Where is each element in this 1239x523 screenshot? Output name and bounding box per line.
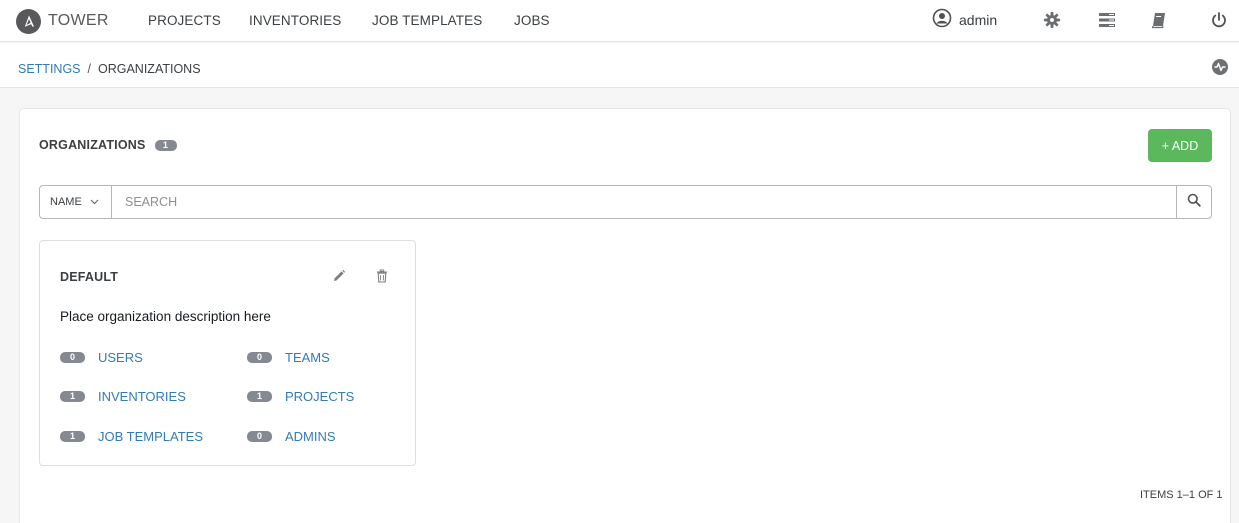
breadcrumb-bar: SETTINGS / ORGANIZATIONS [0, 43, 1239, 88]
page-title: ORGANIZATIONS [39, 138, 146, 152]
org-link-job-templates[interactable]: 1 JOB TEMPLATES [60, 429, 203, 444]
nav-link-inventories[interactable]: INVENTORIES [249, 13, 341, 28]
link-count-badge: 0 [60, 352, 85, 363]
nav-link-jobs[interactable]: JOBS [514, 13, 550, 28]
org-link-teams[interactable]: 0 TEAMS [247, 350, 330, 365]
user-circle-icon [932, 8, 952, 33]
organizations-panel: ORGANIZATIONS 1 + ADD NAME DEFAULT Place… [19, 108, 1231, 523]
brand[interactable]: TOWER [16, 6, 109, 36]
top-navbar: TOWER PROJECTS INVENTORIES JOB TEMPLATES… [0, 0, 1239, 42]
server-stack-icon[interactable] [1096, 9, 1118, 31]
link-label: JOB TEMPLATES [98, 429, 203, 444]
org-link-admins[interactable]: 0 ADMINS [247, 429, 336, 444]
org-link-users[interactable]: 0 USERS [60, 350, 143, 365]
activity-stream-icon[interactable] [1212, 59, 1228, 75]
breadcrumb-separator: / [87, 62, 91, 76]
trash-icon[interactable] [373, 267, 391, 285]
add-button[interactable]: + ADD [1148, 129, 1212, 162]
link-label: PROJECTS [285, 389, 355, 404]
count-badge: 1 [154, 139, 177, 151]
link-label: USERS [98, 350, 143, 365]
breadcrumb-settings[interactable]: SETTINGS [18, 62, 81, 76]
organization-description: Place organization description here [60, 309, 271, 324]
search-button[interactable] [1176, 186, 1211, 218]
book-icon[interactable] [1148, 9, 1170, 31]
link-count-badge: 1 [60, 431, 85, 442]
link-count-badge: 1 [60, 391, 85, 402]
nav-link-projects[interactable]: PROJECTS [148, 13, 221, 28]
pencil-icon[interactable] [330, 267, 348, 285]
link-count-badge: 0 [247, 352, 272, 363]
chevron-down-icon [90, 196, 99, 208]
link-count-badge: 0 [247, 431, 272, 442]
panel-header: ORGANIZATIONS 1 [39, 138, 177, 152]
search-field-label: NAME [50, 196, 82, 208]
user-menu[interactable]: admin [932, 8, 997, 32]
username: admin [959, 12, 998, 28]
search-icon [1187, 193, 1201, 212]
breadcrumb-current: ORGANIZATIONS [98, 62, 201, 76]
brand-name: TOWER [48, 12, 109, 29]
power-icon[interactable] [1208, 9, 1230, 31]
link-label: ADMINS [285, 429, 336, 444]
nav-link-job-templates[interactable]: JOB TEMPLATES [372, 13, 482, 28]
organization-name[interactable]: DEFAULT [60, 270, 118, 284]
search-bar: NAME [39, 185, 1212, 219]
link-label: TEAMS [285, 350, 330, 365]
org-link-inventories[interactable]: 1 INVENTORIES [60, 389, 186, 404]
search-field-dropdown[interactable]: NAME [40, 186, 112, 218]
link-count-badge: 1 [247, 391, 272, 402]
organization-card: DEFAULT Place organization description h… [39, 240, 416, 466]
gear-icon[interactable] [1041, 9, 1063, 31]
search-input[interactable] [113, 186, 1176, 218]
breadcrumb: SETTINGS / ORGANIZATIONS [18, 62, 201, 76]
link-label: INVENTORIES [98, 389, 186, 404]
ansible-logo-icon [16, 8, 41, 34]
pagination-info: ITEMS 1–1 OF 1 [1140, 489, 1223, 501]
org-link-projects[interactable]: 1 PROJECTS [247, 389, 354, 404]
